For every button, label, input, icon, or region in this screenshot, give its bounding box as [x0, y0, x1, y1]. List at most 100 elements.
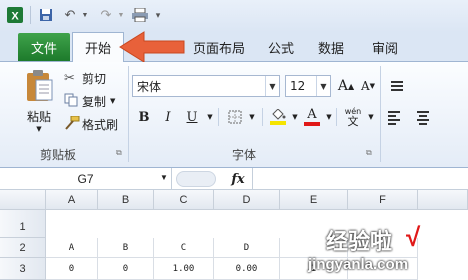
fill-color-bar [270, 121, 286, 125]
copy-dropdown-icon: ▼ [110, 97, 116, 105]
fx-icon: fx [231, 171, 245, 187]
tab-file-label: 文件 [30, 41, 57, 57]
svg-text:X: X [11, 11, 19, 23]
paste-dropdown-icon[interactable]: ▼ [34, 124, 44, 134]
name-box[interactable]: G7 [0, 168, 172, 190]
grow-font-button[interactable]: A ▲ [336, 76, 356, 96]
table-cell[interactable]: 0 [46, 258, 98, 280]
font-name-combo[interactable]: 宋体 ▼ [132, 75, 280, 97]
format-painter-button[interactable]: 格式刷 [64, 114, 118, 134]
fill-color-dropdown-icon[interactable]: ▼ [290, 106, 300, 128]
top-align-button[interactable] [388, 76, 406, 96]
align-left-button[interactable] [388, 108, 406, 128]
font-color-button[interactable]: A [300, 106, 324, 128]
font-name-dropdown-icon[interactable]: ▼ [265, 76, 279, 96]
format-painter-label: 格式刷 [82, 117, 119, 132]
bold-button[interactable]: B [132, 106, 156, 128]
insert-function-button[interactable]: fx [226, 170, 250, 188]
paste-label: 粘贴 [26, 109, 51, 124]
cell-text: 1.00 [172, 263, 195, 274]
clipboard-group-label: 剪贴板 [40, 148, 77, 162]
cut-button[interactable]: ✂ 剪切 [64, 68, 106, 88]
font-color-bar [304, 122, 320, 126]
cell-text: D [243, 242, 250, 253]
column-header-label: F [379, 193, 386, 206]
print-preview-icon[interactable] [130, 6, 150, 24]
column-header[interactable]: E [280, 190, 348, 210]
select-all-corner[interactable] [0, 190, 46, 210]
italic-icon: I [165, 109, 171, 125]
phonetic-char-text: 文 [347, 115, 359, 128]
undo-icon[interactable]: ↶ [60, 6, 80, 24]
row-header[interactable]: 3 [0, 258, 46, 280]
redo-icon[interactable]: ↷ [96, 6, 116, 24]
tab-formulas-label: 公式 [267, 41, 294, 57]
shrink-font-button[interactable]: A ▼ [358, 76, 378, 96]
redo-dropdown-icon[interactable]: ▼ [116, 6, 126, 24]
row-header[interactable]: 1 [0, 210, 46, 238]
table-cell[interactable]: B [98, 238, 154, 258]
borders-dropdown-icon[interactable]: ▼ [246, 106, 258, 128]
column-header[interactable]: C [154, 190, 214, 210]
row-header[interactable]: 2 [0, 238, 46, 258]
table-cell[interactable]: 1.00 [154, 258, 214, 280]
font-divider [336, 108, 337, 126]
group-separator [128, 66, 129, 162]
copy-button[interactable]: 复制 ▼ [64, 91, 115, 111]
fill-color-button[interactable] [266, 106, 290, 128]
cell-text: A [68, 242, 75, 253]
font-color-dropdown-icon[interactable]: ▼ [324, 106, 334, 128]
tab-file[interactable]: 文件 [18, 33, 70, 61]
font-size-dropdown-icon[interactable]: ▼ [316, 76, 330, 96]
clipboard-dialog-launcher-icon[interactable]: ⧉ [116, 148, 122, 158]
italic-button[interactable]: I [156, 106, 180, 128]
column-header[interactable]: F [348, 190, 418, 210]
font-name-value: 宋体 [137, 79, 162, 94]
watermark-url: jingyanla.com [308, 256, 409, 273]
column-header[interactable]: B [98, 190, 154, 210]
name-box-dropdown-icon[interactable]: ▼ [160, 173, 168, 182]
tab-home[interactable]: 开始 [72, 32, 124, 62]
table-cell[interactable]: C [154, 238, 214, 258]
column-header[interactable]: A [46, 190, 98, 210]
column-header[interactable]: D [214, 190, 280, 210]
table-cell[interactable]: A [46, 238, 98, 258]
shrink-font-icon: A [360, 79, 370, 93]
underline-dropdown-icon[interactable]: ▼ [204, 106, 216, 128]
formula-input[interactable] [252, 168, 468, 190]
customize-qat-icon[interactable]: ▾ [152, 6, 164, 24]
column-header-label: A [67, 193, 76, 206]
row-header-label: 1 [19, 221, 26, 233]
font-divider [262, 108, 263, 126]
tab-home-label: 开始 [84, 42, 111, 57]
align-center-button[interactable] [414, 108, 432, 128]
watermark: 经验啦 √ jingyanla.com [286, 222, 466, 278]
phonetic-dropdown-icon[interactable]: ▼ [366, 106, 376, 128]
cell-text: C [180, 242, 187, 253]
tab-data[interactable]: 数据 [306, 32, 356, 62]
save-icon[interactable] [36, 6, 56, 24]
tab-formulas[interactable]: 公式 [256, 32, 306, 62]
undo-dropdown-icon[interactable]: ▼ [80, 6, 90, 24]
borders-icon [228, 110, 242, 124]
column-header[interactable] [418, 190, 468, 210]
borders-button[interactable] [224, 106, 246, 128]
phonetic-guide-button[interactable]: wén 文 [340, 106, 366, 128]
column-header-label: B [121, 193, 130, 206]
paste-icon[interactable] [20, 66, 58, 106]
font-size-combo[interactable]: 12 ▼ [285, 75, 331, 97]
column-header-label: C [179, 193, 188, 206]
table-cell[interactable]: 0 [98, 258, 154, 280]
cell-text: 0 [122, 263, 129, 274]
table-cell[interactable]: D [214, 238, 280, 258]
tab-review[interactable]: 审阅 [360, 32, 410, 62]
paste-button[interactable]: 粘贴 [20, 106, 58, 126]
underline-button[interactable]: U [180, 106, 204, 128]
font-color-icon: A [307, 107, 317, 122]
tab-page-layout[interactable]: 页面布局 [186, 32, 252, 62]
font-dialog-launcher-icon[interactable]: ⧉ [366, 148, 372, 158]
table-cell[interactable]: 0.00 [214, 258, 280, 280]
tab-data-label: 数据 [317, 41, 344, 57]
formula-bar-divider-handle[interactable] [176, 171, 216, 187]
font-size-value: 12 [290, 79, 306, 93]
